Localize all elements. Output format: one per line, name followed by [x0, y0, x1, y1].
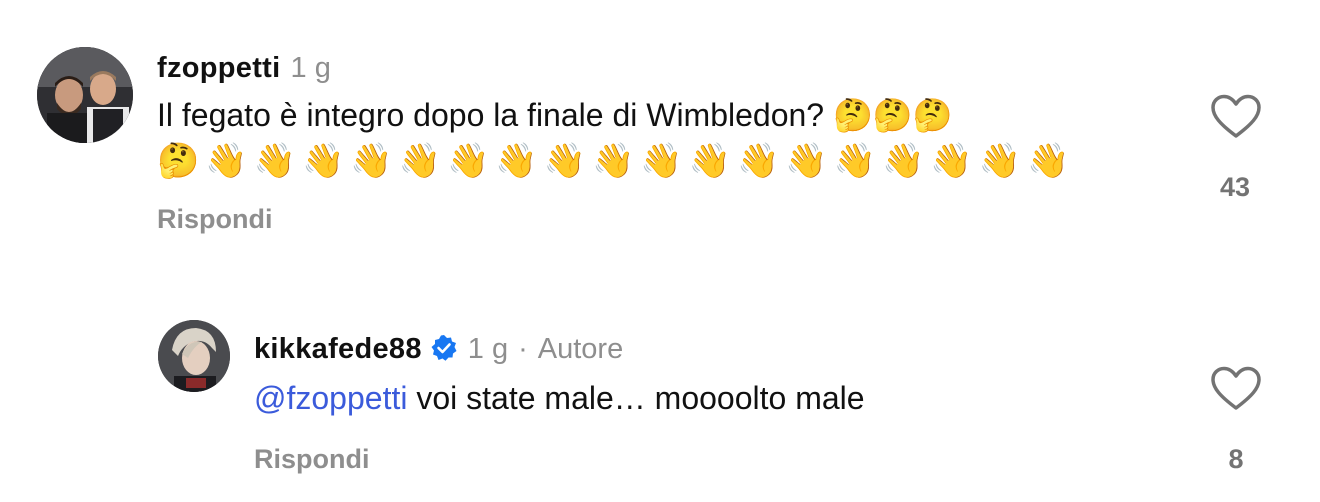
timestamp: 1 g [290, 52, 331, 84]
like-count: 43 [1219, 172, 1251, 202]
comment-text-body: voi state male… moooolto male [407, 380, 865, 416]
comment-text: Il fegato è integro dopo la finale di Wi… [157, 97, 953, 133]
avatar[interactable] [158, 320, 230, 392]
comment-text: @fzoppetti voi state male… moooolto male [254, 374, 865, 422]
like-count: 8 [1228, 444, 1244, 474]
author-tag: Autore [537, 333, 624, 365]
like-button[interactable] [1206, 94, 1266, 145]
comment-header: fzoppetti 1 g [157, 52, 331, 85]
comment-header: kikkafede88 1 g · Autore [254, 330, 623, 366]
heart-icon [1211, 366, 1261, 410]
avatar[interactable] [37, 47, 133, 143]
avatar-photo [37, 47, 133, 143]
username[interactable]: kikkafede88 [254, 333, 422, 366]
reply-button[interactable]: Rispondi [254, 444, 370, 475]
separator-dot: · [518, 333, 528, 365]
timestamp: 1 g [467, 333, 509, 365]
avatar-photo [158, 320, 230, 392]
like-button[interactable] [1206, 366, 1266, 417]
comment-emoji-line: 🤔👋👋👋👋👋👋👋👋👋👋👋👋👋👋👋👋👋👋 [157, 141, 1076, 181]
verified-badge-icon [431, 335, 457, 361]
heart-icon [1211, 94, 1261, 138]
username[interactable]: fzoppetti [157, 52, 281, 85]
reply-button[interactable]: Rispondi [157, 204, 273, 235]
mention-link[interactable]: @fzoppetti [254, 380, 407, 416]
